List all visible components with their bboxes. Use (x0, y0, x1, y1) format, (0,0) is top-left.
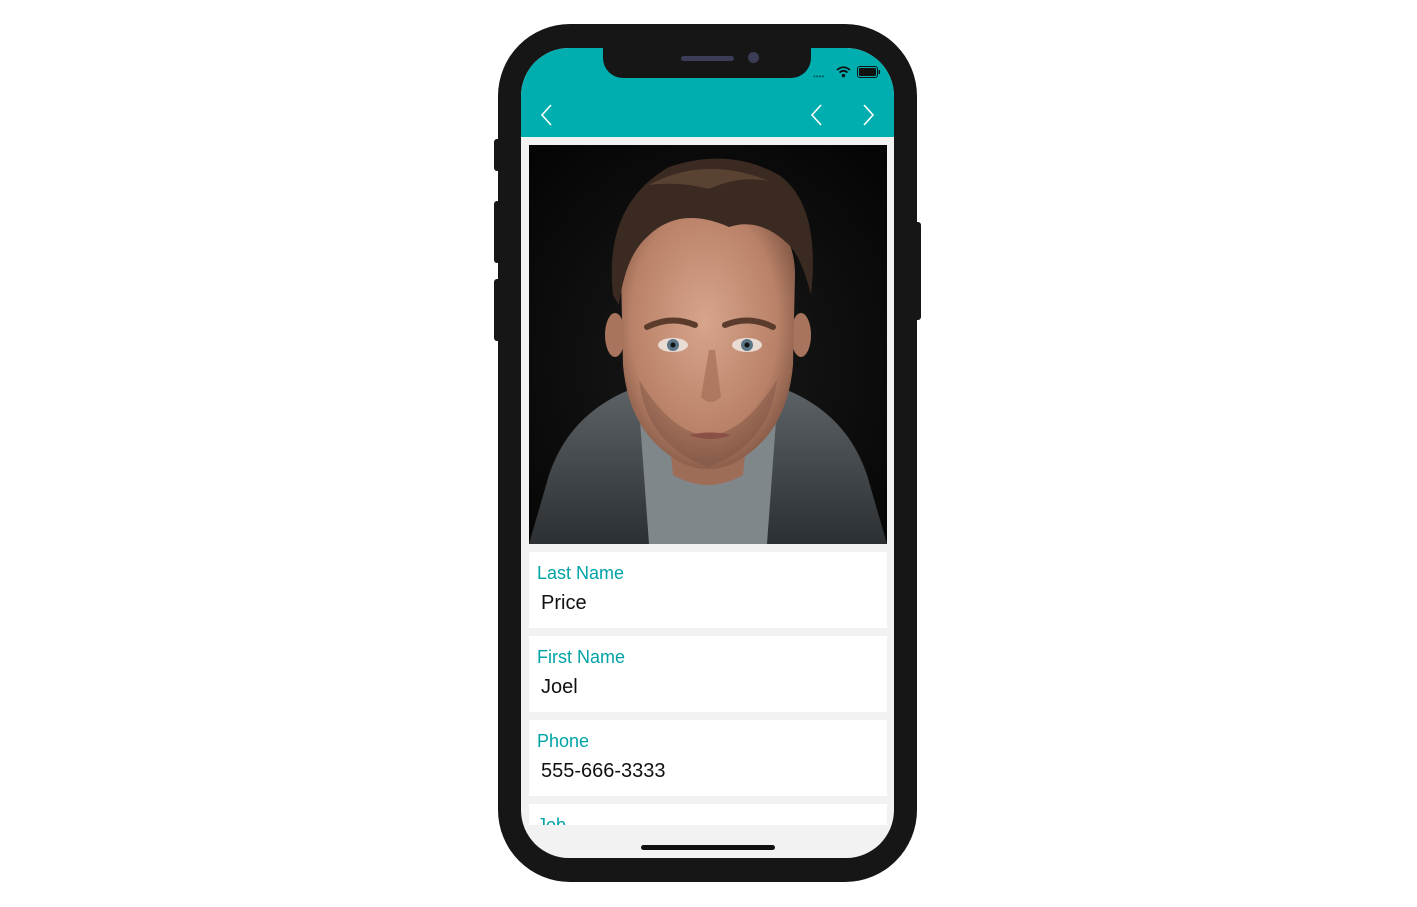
wifi-icon (836, 66, 851, 78)
signal-icon: •••• (813, 72, 825, 81)
field-last-name[interactable]: Last Name Price (529, 552, 887, 628)
field-label: Job (537, 815, 567, 825)
back-button[interactable] (535, 102, 559, 128)
field-label: Last Name (537, 563, 625, 583)
battery-icon (857, 66, 881, 78)
home-indicator[interactable] (641, 845, 775, 850)
volume-up-button (494, 201, 500, 263)
record-detail-scroll[interactable]: Last Name Price First Name Joel Phone 55… (529, 145, 887, 825)
phone-screen: •••• Last Name Price First Name Joel Pho… (521, 48, 894, 858)
speaker (681, 56, 734, 61)
next-record-button[interactable] (856, 102, 880, 128)
field-label: Phone (537, 731, 590, 751)
chevron-right-icon (863, 104, 875, 126)
volume-down-button (494, 279, 500, 341)
power-button (915, 222, 921, 320)
field-label: First Name (537, 647, 626, 667)
chevron-left-icon (540, 104, 552, 126)
portrait-photo (529, 145, 887, 544)
field-first-name[interactable]: First Name Joel (529, 636, 887, 712)
mute-switch (494, 139, 500, 171)
field-value: Price (541, 592, 587, 614)
field-phone[interactable]: Phone 555-666-3333 (529, 720, 887, 796)
field-job[interactable]: Job (529, 804, 887, 825)
front-camera (748, 52, 759, 63)
previous-record-button[interactable] (805, 102, 829, 128)
field-value: 555-666-3333 (541, 760, 666, 782)
chevron-left-icon (810, 104, 822, 126)
portrait-illustration (529, 145, 887, 544)
header-bar: •••• (521, 48, 894, 137)
notch (603, 48, 811, 78)
field-value: Joel (541, 676, 578, 698)
